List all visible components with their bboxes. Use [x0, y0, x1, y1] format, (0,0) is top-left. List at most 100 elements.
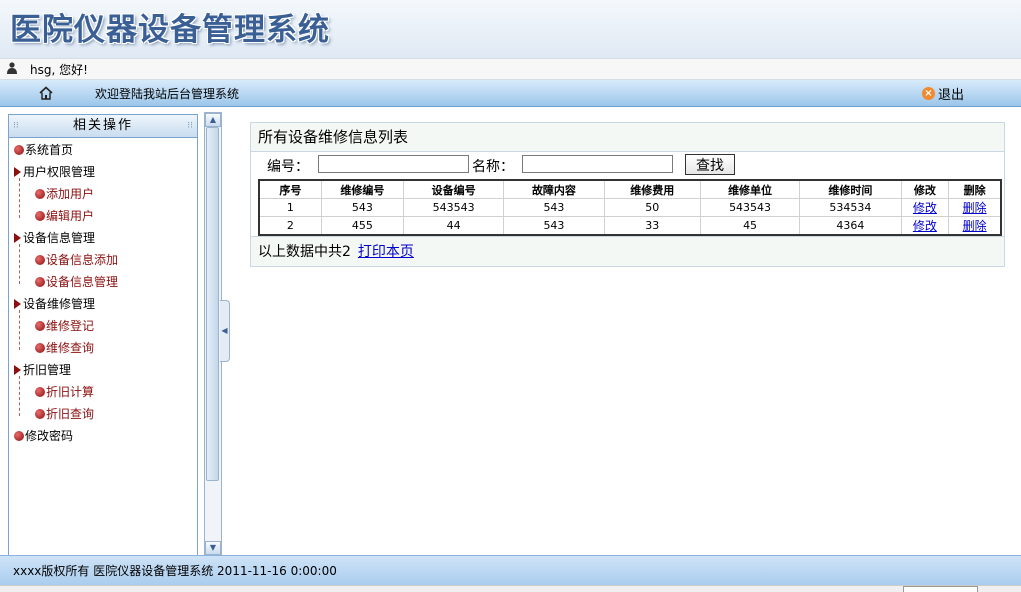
scroll-down-button[interactable]: ▼	[205, 541, 221, 555]
pushpin-icon	[35, 277, 45, 287]
sidebar-item[interactable]: 折旧计算	[35, 382, 94, 402]
tree-connector	[19, 178, 20, 218]
header-banner: 医院仪器设备管理系统	[0, 0, 1021, 58]
pushpin-icon	[35, 409, 45, 419]
table-cell: 33	[604, 216, 701, 236]
logout-button[interactable]: × 退出	[922, 84, 965, 103]
main-panel: 所有设备维修信息列表 编号： 名称： 查找 序号 维修编号 设备编号 故障内容 维修费用…	[250, 122, 1005, 267]
table-cell: 543	[321, 198, 404, 217]
collapse-sidebar-handle[interactable]: ◀	[220, 300, 230, 362]
logout-label: 退出	[938, 87, 965, 103]
sidebar-item-label: 维修查询	[46, 341, 95, 355]
edit-link[interactable]: 修改	[913, 219, 937, 233]
sidebar-item[interactable]: 系统首页	[14, 140, 73, 160]
pushpin-icon	[35, 343, 45, 353]
footer: xxxx版权所有 医院仪器设备管理系统 2011-11-16 0:00:00	[0, 555, 1021, 585]
sidebar-item-label: 添加用户	[46, 187, 95, 201]
sidebar-item[interactable]: 折旧管理	[14, 360, 71, 380]
table-cell: 4364	[799, 216, 902, 236]
sidebar-item-label: 设备维修管理	[23, 297, 96, 311]
sidebar-item-label: 折旧计算	[46, 385, 95, 399]
sidebar-item[interactable]: 设备信息管理	[35, 272, 118, 292]
table-cell: 50	[604, 198, 701, 217]
id-label: 编号：	[267, 159, 309, 175]
column-header: 删除	[948, 180, 1002, 199]
home-icon[interactable]	[38, 85, 54, 101]
tree-connector	[19, 244, 20, 284]
triangle-right-icon	[14, 299, 21, 309]
table-cell: 543	[503, 198, 605, 217]
scroll-thumb[interactable]	[206, 127, 219, 481]
id-search-input[interactable]	[318, 155, 469, 173]
search-bar: 编号： 名称： 查找	[251, 153, 1004, 177]
action-cell: 删除	[948, 216, 1002, 236]
table-cell: 543	[503, 216, 605, 236]
sidebar-item[interactable]: 设备信息添加	[35, 250, 118, 270]
column-header: 修改	[901, 180, 950, 199]
scroll-up-button[interactable]: ▲	[205, 113, 221, 127]
sidebar-item-label: 设备信息管理	[23, 231, 96, 245]
sidebar-item[interactable]: 修改密码	[14, 426, 73, 446]
sidebar-item-label: 系统首页	[25, 143, 74, 157]
print-link[interactable]: 打印本页	[358, 244, 414, 260]
pushpin-icon	[35, 321, 45, 331]
nav-bar: 欢迎登陆我站后台管理系统 × 退出	[0, 80, 1021, 107]
sidebar-item[interactable]: 添加用户	[35, 184, 94, 204]
close-circle-icon: ×	[922, 86, 935, 100]
sidebar-item[interactable]: 设备信息管理	[14, 228, 95, 248]
name-label: 名称：	[472, 159, 514, 175]
pushpin-icon	[14, 145, 24, 155]
sidebar-item[interactable]: 折旧查询	[35, 404, 94, 424]
sidebar-item[interactable]: 维修登记	[35, 316, 94, 336]
column-header: 维修费用	[604, 180, 701, 199]
table-cell: 543543	[403, 198, 505, 217]
sidebar-item[interactable]: 编辑用户	[35, 206, 94, 226]
search-button[interactable]: 查找	[685, 154, 735, 175]
user-bar: hsg, 您好!	[0, 58, 1021, 80]
edit-link[interactable]: 修改	[913, 201, 937, 215]
sidebar-item-label: 维修登记	[46, 319, 95, 333]
column-header: 故障内容	[503, 180, 605, 199]
grip-icon: ⁝⁝	[13, 121, 19, 131]
grip-icon: ⁝⁝	[187, 121, 193, 131]
sidebar-item[interactable]: 设备维修管理	[14, 294, 95, 314]
welcome-text: 欢迎登陆我站后台管理系统	[95, 87, 240, 101]
table-header-row: 序号 维修编号 设备编号 故障内容 维修费用 维修单位 维修时间 修改 删除	[259, 180, 1002, 199]
name-search-input[interactable]	[522, 155, 673, 173]
summary-text: 以上数据中共2	[258, 244, 351, 260]
action-cell: 修改	[901, 198, 950, 217]
triangle-right-icon	[14, 233, 21, 243]
pushpin-icon	[35, 211, 45, 221]
sidebar: ⁝⁝ 相关操作 ⁝⁝ 系统首页 用户权限管理 添加用户 编辑用户 设备信息管理 设备信息添…	[8, 114, 198, 556]
table-cell: 2	[259, 216, 322, 236]
table-cell: 543543	[700, 198, 801, 217]
table-cell: 45	[700, 216, 801, 236]
user-greeting: hsg, 您好!	[30, 63, 88, 77]
sidebar-item[interactable]: 维修查询	[35, 338, 94, 358]
column-header: 维修时间	[799, 180, 902, 199]
sidebar-title: 相关操作	[72, 118, 133, 133]
table-cell: 44	[403, 216, 505, 236]
status-tab	[903, 586, 978, 592]
sidebar-item-label: 折旧查询	[46, 407, 95, 421]
sidebar-item-label: 折旧管理	[23, 363, 72, 377]
pushpin-icon	[35, 255, 45, 265]
triangle-right-icon	[14, 167, 21, 177]
table-cell: 534534	[799, 198, 902, 217]
pushpin-icon	[14, 431, 24, 441]
table-row: 1 543 543543 543 50 543543 534534 修改 删除	[259, 198, 1002, 217]
footer-text: xxxx版权所有 医院仪器设备管理系统 2011-11-16 0:00:00	[13, 564, 337, 578]
triangle-right-icon	[14, 365, 21, 375]
tree-connector	[19, 310, 20, 350]
column-header: 设备编号	[403, 180, 505, 199]
app-title: 医院仪器设备管理系统	[10, 12, 330, 48]
delete-link[interactable]: 删除	[963, 201, 987, 215]
action-cell: 删除	[948, 198, 1002, 217]
repair-table: 序号 维修编号 设备编号 故障内容 维修费用 维修单位 维修时间 修改 删除 1 543 54354…	[258, 179, 1002, 236]
user-icon	[7, 62, 17, 74]
delete-link[interactable]: 删除	[963, 219, 987, 233]
pushpin-icon	[35, 189, 45, 199]
tree-connector	[19, 376, 20, 416]
sidebar-item[interactable]: 用户权限管理	[14, 162, 95, 182]
sidebar-item-label: 修改密码	[25, 429, 74, 443]
